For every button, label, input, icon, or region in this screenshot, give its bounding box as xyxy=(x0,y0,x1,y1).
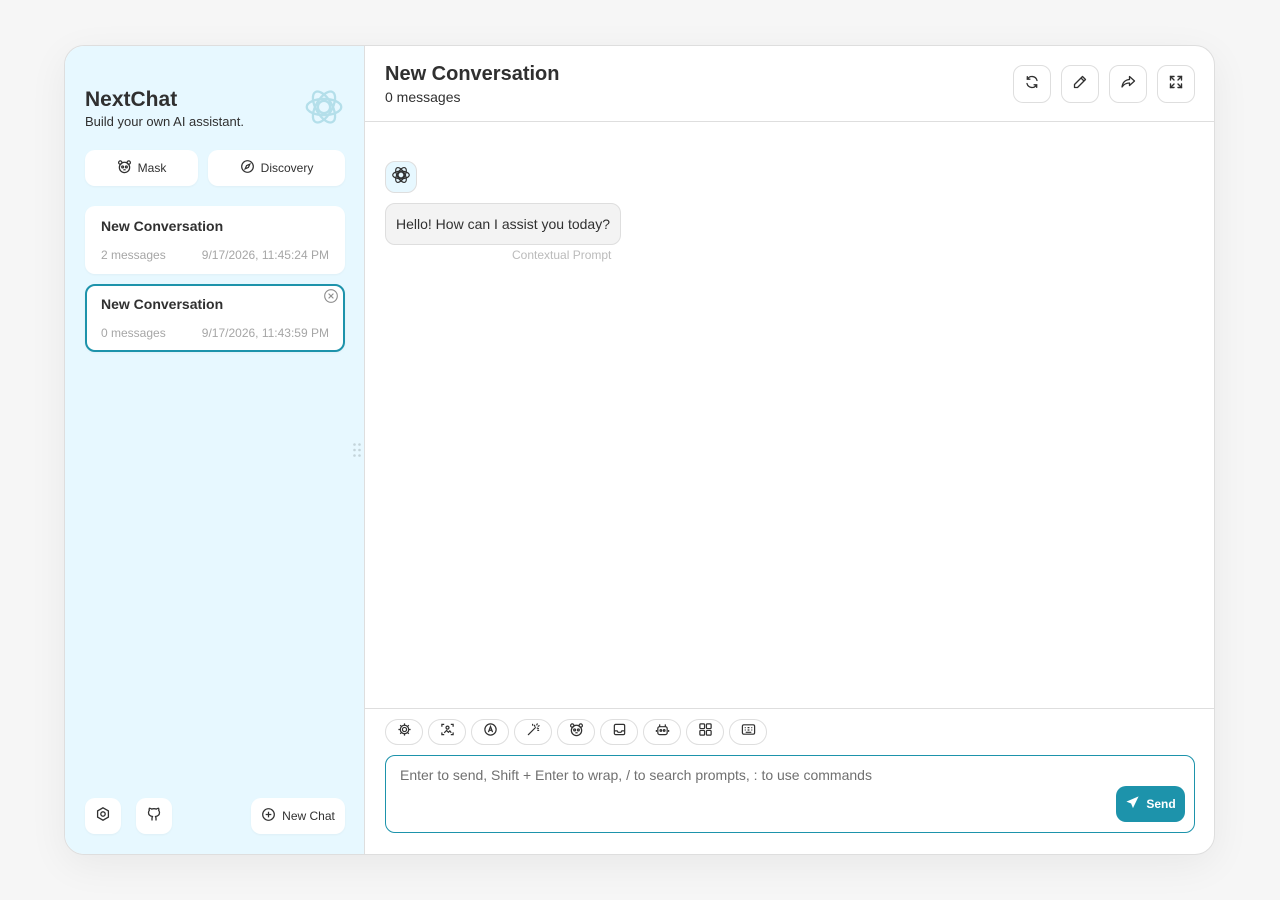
fullscreen-button[interactable] xyxy=(1157,65,1195,103)
mask-button[interactable]: Mask xyxy=(85,150,198,186)
sidebar: NextChat Build your own AI assistant. Ma… xyxy=(65,46,365,854)
chat-main: New Conversation 0 messages Hello! How c… xyxy=(365,46,1214,854)
settings-icon xyxy=(95,806,111,827)
theme-icon xyxy=(483,722,498,742)
assistant-avatar xyxy=(385,161,417,193)
new-chat-label: New Chat xyxy=(282,809,335,823)
shortcut-icon xyxy=(741,722,756,742)
chat-input-box: Send xyxy=(385,755,1195,833)
shortcut-action[interactable] xyxy=(729,719,767,745)
discovery-label: Discovery xyxy=(260,161,314,175)
add-icon xyxy=(261,807,276,825)
chat-input-panel: Send xyxy=(365,708,1214,854)
theme-action[interactable] xyxy=(471,719,509,745)
chat-header: New Conversation 0 messages xyxy=(365,46,1214,122)
send-icon xyxy=(1125,795,1140,813)
prompt-icon xyxy=(526,722,541,742)
mask-icon xyxy=(569,722,584,742)
refresh-icon xyxy=(1024,74,1040,95)
plugin-icon xyxy=(698,722,713,742)
clear-context-icon xyxy=(612,722,627,742)
clear-context-action[interactable] xyxy=(600,719,638,745)
model-action[interactable] xyxy=(643,719,681,745)
mask-label: Mask xyxy=(137,161,167,175)
prompt-action[interactable] xyxy=(514,719,552,745)
image-icon xyxy=(440,722,455,742)
sidebar-drag-handle[interactable] xyxy=(352,442,362,458)
contextual-prompt-label: Contextual Prompt xyxy=(512,248,612,262)
mask-action[interactable] xyxy=(557,719,595,745)
app-window: NextChat Build your own AI assistant. Ma… xyxy=(64,45,1215,855)
robot-icon xyxy=(655,722,670,742)
openai-logo-icon xyxy=(390,164,412,191)
delete-chat-icon[interactable] xyxy=(323,288,339,304)
chat-title[interactable]: New Conversation xyxy=(385,63,559,86)
github-icon xyxy=(146,806,162,827)
chat-item-count: 0 messages xyxy=(101,326,166,340)
send-button[interactable]: Send xyxy=(1116,786,1185,822)
chat-message-count: 0 messages xyxy=(385,89,461,105)
plugin-action[interactable] xyxy=(686,719,724,745)
edit-button[interactable] xyxy=(1061,65,1099,103)
app-title: NextChat xyxy=(85,88,178,111)
chat-settings-action[interactable] xyxy=(385,719,423,745)
upload-image-action[interactable] xyxy=(428,719,466,745)
settings-button[interactable] xyxy=(85,798,121,834)
discovery-button[interactable]: Discovery xyxy=(208,150,345,186)
chat-item-date: 9/17/2026, 11:45:24 PM xyxy=(201,248,329,262)
compass-icon xyxy=(240,159,255,177)
chat-item-title: New Conversation xyxy=(101,218,224,234)
mask-icon xyxy=(117,159,132,177)
edit-icon xyxy=(1072,74,1088,95)
app-subtitle: Build your own AI assistant. xyxy=(85,114,244,129)
assistant-message-bubble: Hello! How can I assist you today? xyxy=(385,203,621,245)
github-button[interactable] xyxy=(136,798,172,834)
openai-logo-icon xyxy=(301,84,347,130)
settings-icon xyxy=(397,722,412,742)
chat-item-count: 2 messages xyxy=(101,248,166,262)
share-icon xyxy=(1120,74,1136,95)
refresh-button[interactable] xyxy=(1013,65,1051,103)
share-button[interactable] xyxy=(1109,65,1147,103)
send-label: Send xyxy=(1146,797,1176,811)
new-chat-button[interactable]: New Chat xyxy=(251,798,345,834)
fullscreen-icon xyxy=(1168,74,1184,95)
chat-item-date: 9/17/2026, 11:43:59 PM xyxy=(201,326,329,340)
chat-item-title: New Conversation xyxy=(101,296,224,312)
chat-list-item-selected[interactable]: New Conversation 0 messages 9/17/2026, 1… xyxy=(85,284,345,352)
chat-list-item[interactable]: New Conversation 2 messages 9/17/2026, 1… xyxy=(85,206,345,274)
chat-input[interactable] xyxy=(400,767,1100,827)
